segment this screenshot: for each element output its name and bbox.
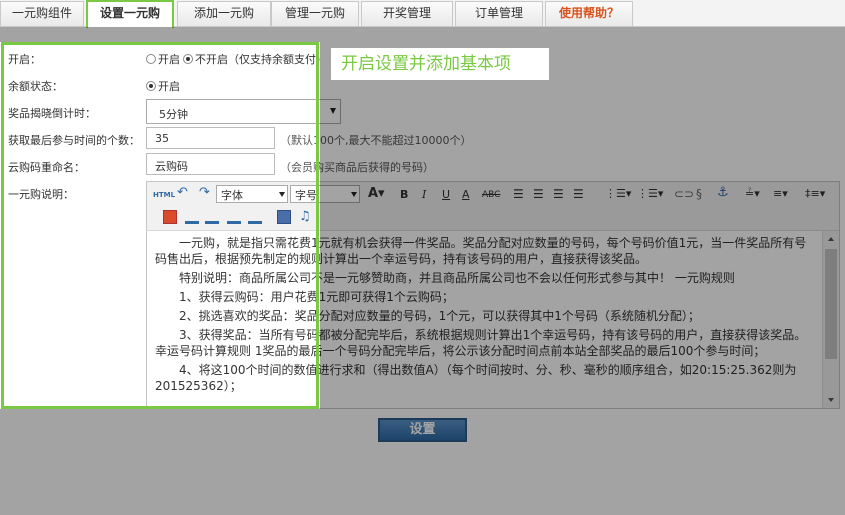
- italic-icon[interactable]: I: [422, 187, 426, 203]
- unordered-list-icon[interactable]: ⋮☰▾: [637, 186, 663, 202]
- tab-add[interactable]: 添加一元购: [177, 1, 271, 26]
- link-icon[interactable]: ⊂⊃: [674, 186, 694, 202]
- indent-icon[interactable]: ‡≡▾: [805, 186, 825, 202]
- underline-icon[interactable]: U: [442, 187, 450, 203]
- font-color-icon[interactable]: A▾: [368, 186, 385, 202]
- anchor-icon[interactable]: ⚓: [717, 185, 729, 201]
- guide-callout: 开启设置并添加基本项: [331, 48, 549, 80]
- align-center-icon[interactable]: ☰: [533, 186, 544, 202]
- chevron-down-icon: [330, 108, 336, 114]
- tab-help[interactable]: 使用帮助？: [545, 1, 633, 26]
- line-height-icon[interactable]: ≡▾: [773, 186, 788, 202]
- editor-scrollbar[interactable]: [822, 231, 839, 408]
- tab-settings[interactable]: 设置一元购: [86, 0, 174, 28]
- tab-order-management[interactable]: 订单管理: [455, 1, 543, 26]
- bold-icon[interactable]: B: [400, 187, 408, 203]
- tab-draw-management[interactable]: 开奖管理: [361, 1, 453, 26]
- overlay-top: [0, 27, 845, 42]
- scroll-up-icon[interactable]: [828, 237, 834, 241]
- guide-highlight-box: [1, 42, 319, 409]
- tab-manage[interactable]: 管理一元购: [271, 1, 359, 26]
- unlink-icon[interactable]: §: [696, 186, 702, 202]
- align-right-icon[interactable]: ☰: [553, 186, 564, 202]
- align-justify-icon[interactable]: ☰: [573, 186, 584, 202]
- scroll-thumb[interactable]: [825, 249, 837, 359]
- scroll-down-icon[interactable]: [828, 398, 834, 402]
- tab-bar: 一元购组件 设置一元购 添加一元购 管理一元购 开奖管理 订单管理 使用帮助？: [0, 0, 845, 28]
- underline-alt-icon[interactable]: A: [462, 187, 470, 203]
- tab-yiyuangou-component[interactable]: 一元购组件: [0, 1, 84, 26]
- chevron-down-icon: [351, 192, 357, 197]
- paragraph-icon[interactable]: ≟▾: [745, 186, 760, 202]
- strikethrough-icon[interactable]: ABC: [482, 187, 500, 203]
- ordered-list-icon[interactable]: ⋮☰▾: [605, 186, 631, 202]
- submit-button[interactable]: 设置: [378, 418, 467, 442]
- align-left-icon[interactable]: ☰: [513, 186, 524, 202]
